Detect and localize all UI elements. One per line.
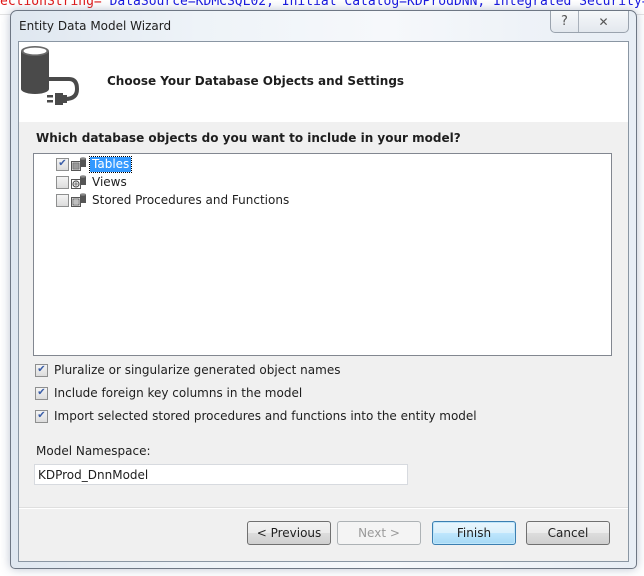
caption-buttons: ? ✕ [550, 11, 629, 33]
tree-item-label[interactable]: Tables [88, 155, 133, 173]
help-button[interactable]: ? [551, 11, 579, 32]
option-checkbox[interactable]: ✔ [35, 363, 48, 377]
cancel-button[interactable]: Cancel [526, 521, 610, 545]
tree-item-label[interactable]: Stored Procedures and Functions [90, 193, 291, 208]
tree-item-views[interactable]: Views [56, 173, 129, 191]
entity-data-model-wizard-dialog: Entity Data Model Wizard ? ✕ Choose Your… [10, 10, 637, 569]
database-connect-icon [21, 46, 80, 105]
option-label: Pluralize or singularize generated objec… [54, 363, 341, 377]
footer-divider-highlight [19, 508, 628, 509]
tree-item-checkbox[interactable] [56, 175, 69, 189]
pluralize-option[interactable]: ✔ Pluralize or singularize generated obje… [35, 362, 340, 378]
option-label: Import selected stored procedures and fu… [54, 409, 477, 423]
window-title: Entity Data Model Wizard [19, 19, 172, 33]
database-objects-tree[interactable]: ✔ Tables Views Stored Procedures and Functi… [33, 153, 612, 356]
close-button[interactable]: ✕ [579, 11, 628, 32]
tree-item-stored-procedures-and-functions[interactable]: Stored Procedures and Functions [56, 191, 291, 209]
wizard-header: Choose Your Database Objects and Setting… [19, 42, 628, 122]
objects-question-label: Which database objects do you want to in… [36, 131, 461, 145]
close-icon: ✕ [598, 14, 609, 29]
help-icon: ? [561, 14, 568, 29]
code-attribute-value: DataSource=KDMCSQL02, Initial Catalog=KD… [109, 0, 644, 9]
views-icon [71, 175, 86, 189]
tree-item-tables[interactable]: ✔ Tables [56, 155, 133, 173]
tree-item-checkbox[interactable] [56, 193, 69, 207]
wizard-client-area: Choose Your Database Objects and Setting… [18, 41, 629, 562]
option-checkbox[interactable]: ✔ [35, 386, 48, 400]
code-attribute-name: ectionString= [0, 0, 102, 9]
stored-procedures-icon [71, 193, 86, 207]
model-namespace-input[interactable] [34, 464, 408, 485]
tree-item-checkbox[interactable]: ✔ [56, 157, 69, 171]
import-procedures-option[interactable]: ✔ Import selected stored procedures and f… [35, 408, 477, 424]
option-label: Include foreign key columns in the model [54, 386, 303, 400]
previous-button[interactable]: < Previous [247, 521, 331, 545]
foreign-key-option[interactable]: ✔ Include foreign key columns in the mode… [35, 385, 302, 401]
model-namespace-label: Model Namespace: [36, 444, 151, 458]
tree-item-label[interactable]: Views [90, 175, 129, 190]
tables-icon [71, 157, 86, 171]
option-checkbox[interactable]: ✔ [35, 409, 48, 423]
finish-button[interactable]: Finish [432, 521, 516, 545]
next-button[interactable]: Next > [337, 521, 421, 545]
wizard-step-title: Choose Your Database Objects and Setting… [107, 74, 405, 88]
